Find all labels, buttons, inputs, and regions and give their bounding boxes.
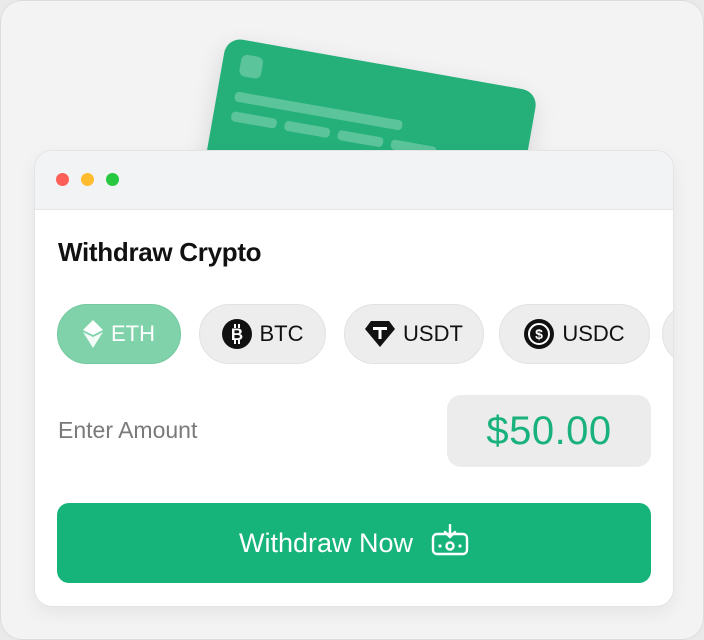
eth-icon <box>83 320 103 348</box>
withdraw-now-button[interactable]: Withdraw Now <box>57 503 651 583</box>
currency-label: USDT <box>403 321 463 346</box>
currency-selector: ETH B BTC USDT $ USDC <box>57 304 673 366</box>
card-chip <box>238 53 264 80</box>
currency-chip-usdc[interactable]: $ USDC <box>499 304 650 364</box>
svg-text:B: B <box>230 325 242 344</box>
btc-icon: B <box>221 319 252 349</box>
withdraw-icon <box>431 523 469 563</box>
close-dot[interactable] <box>56 173 69 186</box>
page-title: Withdraw Crypto <box>58 237 262 267</box>
card-line <box>336 129 384 148</box>
withdraw-window: Withdraw Crypto ETH B BTC USDT $ USDC En… <box>34 150 674 607</box>
usdt-icon <box>365 321 396 347</box>
currency-chip-btc[interactable]: B BTC <box>199 304 326 364</box>
currency-label: USDC <box>562 321 625 346</box>
currency-label: ETH <box>111 321 155 346</box>
app-frame: Withdraw Crypto ETH B BTC USDT $ USDC En… <box>0 0 704 640</box>
currency-chip-usdt[interactable]: USDT <box>344 304 484 364</box>
currency-label: BTC <box>259 321 304 346</box>
usdc-icon: $ <box>524 319 555 349</box>
amount-input[interactable]: $50.00 <box>447 395 651 467</box>
maximize-dot[interactable] <box>106 173 119 186</box>
withdraw-button-label: Withdraw Now <box>238 527 414 558</box>
currency-chip-eth[interactable]: ETH <box>57 304 181 364</box>
card-line <box>283 120 331 139</box>
window-titlebar <box>35 151 673 210</box>
card-line <box>230 111 278 129</box>
minimize-dot[interactable] <box>81 173 94 186</box>
amount-label: Enter Amount <box>58 417 198 443</box>
svg-text:$: $ <box>535 326 543 342</box>
currency-chip-more[interactable] <box>662 304 673 364</box>
